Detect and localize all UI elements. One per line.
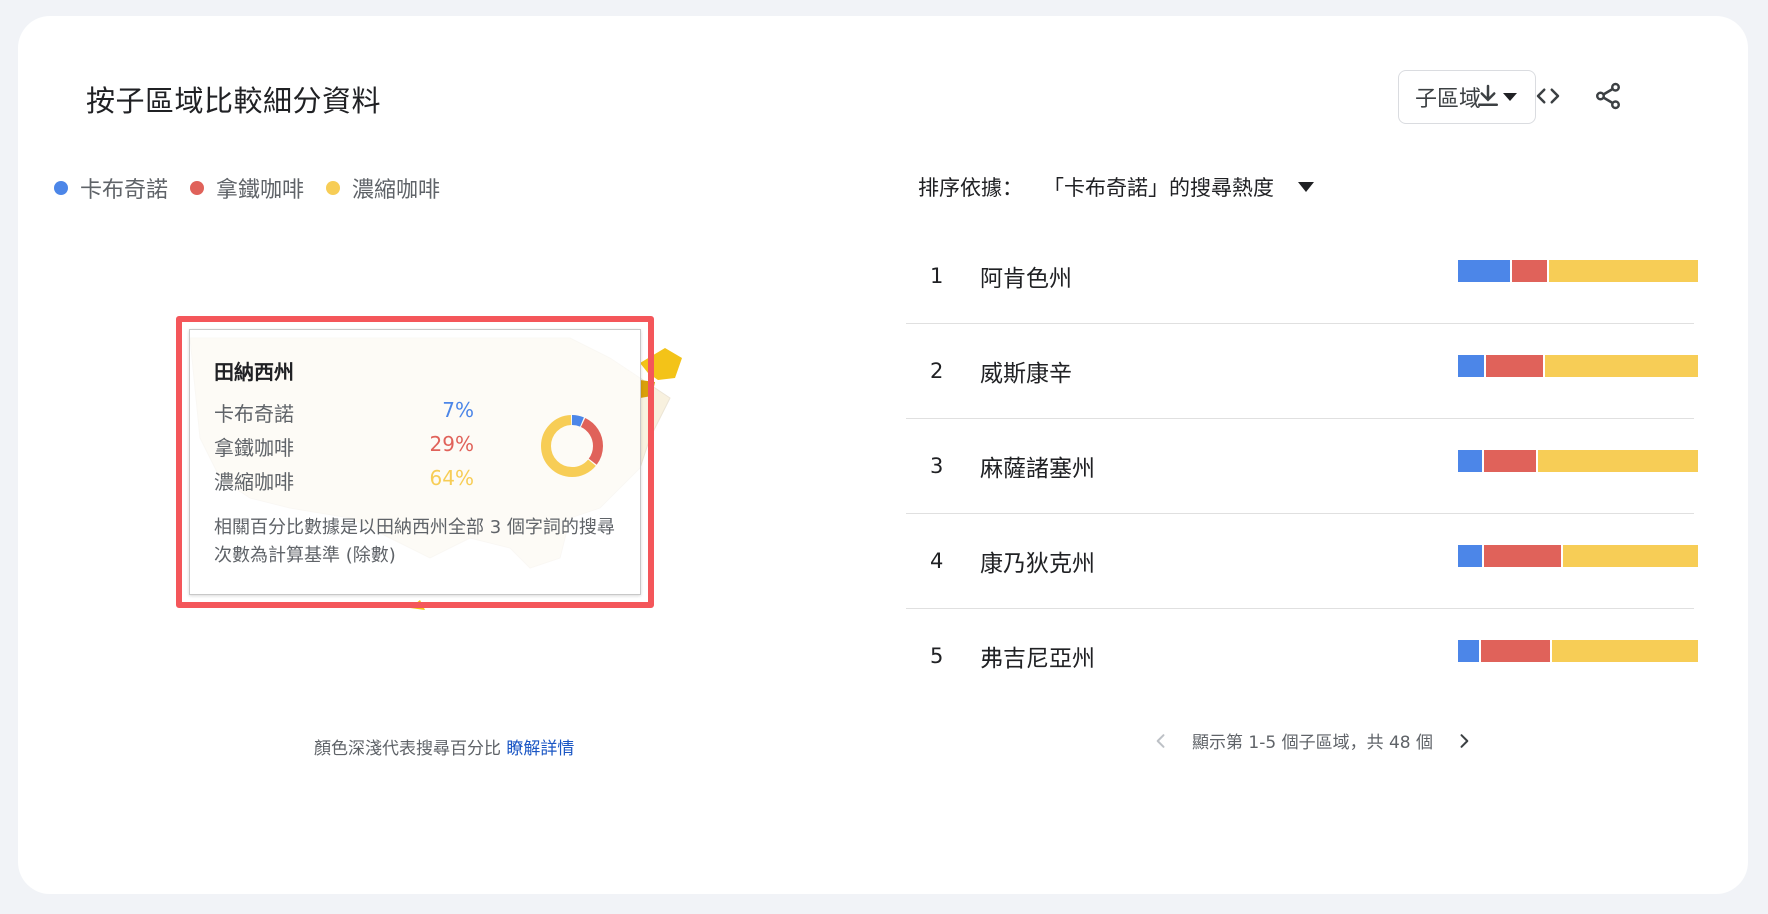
tooltip-row-label: 濃縮咖啡 (214, 470, 294, 494)
rank-bar-segment (1458, 355, 1484, 377)
tooltip-row-pct: 29% (429, 432, 474, 456)
rank-bar-segment (1481, 545, 1562, 567)
rank-bar-segment (1509, 260, 1548, 282)
rank-region-name: 康乃狄克州 (980, 551, 1095, 577)
region-type-select[interactable]: 子區域 (1398, 70, 1536, 124)
legend-label: 濃縮咖啡 (352, 178, 441, 203)
region-rank-list: 1 阿肯色州 2 威斯康辛 3 麻薩諸塞州 4 康乃狄克州 5 弗吉尼亞州 (906, 229, 1698, 703)
tooltip-donut-chart (541, 415, 603, 477)
rank-region-name: 弗吉尼亞州 (980, 646, 1095, 672)
rank-bar-segment (1458, 640, 1480, 662)
pagination: 顯示第 1-5 個子區域，共 48 個 (1150, 728, 1475, 753)
rank-stacked-bar (1458, 355, 1698, 377)
rank-row[interactable]: 3 麻薩諸塞州 (906, 419, 1698, 514)
tooltip-row-label: 拿鐵咖啡 (214, 436, 294, 460)
sort-label: 排序依據： (918, 176, 1023, 200)
rank-bar-segment (1549, 640, 1698, 662)
sort-dropdown[interactable]: 「卡布奇諾」的搜尋熱度 (1043, 172, 1314, 202)
rank-stacked-bar (1458, 640, 1698, 662)
rank-row[interactable]: 5 弗吉尼亞州 (906, 609, 1698, 703)
embed-code-icon (1536, 88, 1560, 104)
tooltip-note: 相關百分比數據是以田納西州全部 3 個字詞的搜尋次數為計算基準 (除數) (214, 517, 615, 566)
rank-stacked-bar (1458, 260, 1698, 282)
caret-down-icon (1298, 182, 1314, 192)
rank-stacked-bar (1458, 545, 1698, 567)
rank-bar-segment (1547, 260, 1698, 282)
rank-bar-segment (1458, 450, 1482, 472)
pagination-text: 顯示第 1-5 個子區域，共 48 個 (1192, 733, 1434, 753)
legend-item: 濃縮咖啡 (326, 172, 440, 204)
tooltip-row-label: 卡布奇諾 (214, 402, 294, 426)
tooltip-row-pct: 64% (429, 466, 474, 490)
legend-label: 拿鐵咖啡 (216, 178, 305, 203)
tooltip-row: 卡布奇諾 7% (214, 398, 474, 427)
region-tooltip: 田納西州 卡布奇諾 7% 拿鐵咖啡 29% 濃縮咖啡 64% 相關百分比數據是以… (189, 329, 641, 595)
legend-item: 卡布奇諾 (54, 172, 168, 204)
rank-row[interactable]: 2 威斯康辛 (906, 324, 1698, 419)
rank-region-name: 威斯康辛 (980, 361, 1072, 387)
legend-label: 卡布奇諾 (80, 178, 169, 203)
rank-bar-segment (1458, 260, 1510, 282)
rank-region-name: 阿肯色州 (980, 266, 1072, 292)
tooltip-row-pct: 7% (442, 398, 474, 422)
legend-item: 拿鐵咖啡 (190, 172, 304, 204)
sort-control: 排序依據： 「卡布奇諾」的搜尋熱度 (918, 172, 1314, 202)
legend-dot (326, 181, 341, 195)
share-button[interactable] (1590, 78, 1626, 114)
rank-bar-segment (1479, 640, 1550, 662)
sort-value: 「卡布奇諾」的搜尋熱度 (1043, 176, 1274, 200)
rank-bar-segment (1458, 545, 1482, 567)
prev-page-button[interactable] (1150, 730, 1172, 752)
share-icon (1596, 82, 1620, 110)
chevron-left-icon (1156, 733, 1165, 748)
rank-row[interactable]: 1 阿肯色州 (906, 229, 1698, 324)
rank-row[interactable]: 4 康乃狄克州 (906, 514, 1698, 609)
next-page-button[interactable] (1453, 730, 1475, 752)
rank-bar-segment (1481, 450, 1536, 472)
tooltip-region-name: 田納西州 (214, 360, 294, 384)
rank-region-name: 麻薩諸塞州 (980, 456, 1095, 482)
tooltip-row: 拿鐵咖啡 29% (214, 432, 474, 461)
legend-dot (190, 181, 205, 195)
rank-number: 5 (930, 644, 944, 668)
rank-bar-segment (1561, 545, 1698, 567)
rank-bar-segment (1535, 450, 1698, 472)
download-button[interactable] (1470, 78, 1506, 114)
map-caption: 顏色深淺代表搜尋百分比 瞭解詳情 (314, 734, 574, 759)
rank-bar-segment (1483, 355, 1543, 377)
tooltip-row: 濃縮咖啡 64% (214, 466, 474, 495)
rank-stacked-bar (1458, 450, 1698, 472)
rank-number: 2 (930, 359, 944, 383)
embed-button[interactable] (1530, 78, 1566, 114)
chevron-right-icon (1460, 733, 1469, 748)
map-caption-text: 顏色深淺代表搜尋百分比 (314, 739, 507, 759)
learn-more-link[interactable]: 瞭解詳情 (506, 739, 574, 759)
rank-number: 1 (930, 264, 944, 288)
card-title: 按子區域比較細分資料 (86, 84, 382, 118)
download-icon (1478, 84, 1498, 106)
rank-bar-segment (1542, 355, 1698, 377)
rank-number: 3 (930, 454, 944, 478)
rank-number: 4 (930, 549, 944, 573)
legend-dot (54, 181, 68, 195)
legend: 卡布奇諾 拿鐵咖啡 濃縮咖啡 (54, 172, 462, 204)
